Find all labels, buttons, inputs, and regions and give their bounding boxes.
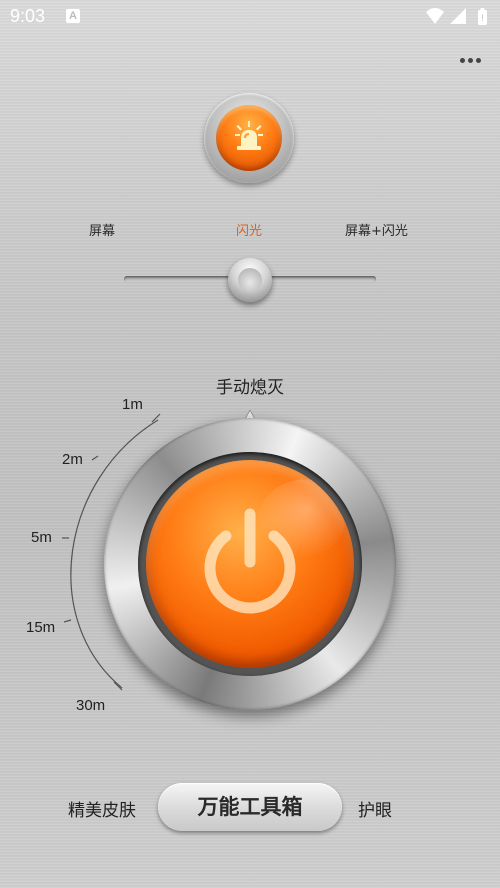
toolbox-button[interactable]: 万能工具箱 xyxy=(158,783,342,831)
status-time: 9:03 xyxy=(10,6,46,26)
timer-option-5m[interactable]: 5m xyxy=(31,529,52,546)
battery-icon: ! xyxy=(478,8,487,25)
bottom-bar: 精美皮肤 万能工具箱 护眼 xyxy=(0,780,500,836)
more-icon xyxy=(460,58,465,63)
power-button[interactable] xyxy=(146,460,354,668)
skin-link[interactable]: 精美皮肤 xyxy=(68,796,136,821)
alarm-light-button[interactable] xyxy=(204,93,294,183)
more-icon xyxy=(468,58,473,63)
alarm-light-icon xyxy=(235,121,263,150)
status-icons: ! xyxy=(426,8,487,25)
status-bar: 9:03 A ! xyxy=(0,0,500,34)
eye-care-link[interactable]: 护眼 xyxy=(358,796,392,821)
alarm-light-button-face xyxy=(216,105,282,171)
notification-badge: A xyxy=(66,9,80,23)
mode-slider-thumb[interactable] xyxy=(228,258,272,302)
timer-option-30m[interactable]: 30m xyxy=(76,697,105,714)
timer-option-2m[interactable]: 2m xyxy=(62,451,83,468)
timer-option-1m[interactable]: 1m xyxy=(122,396,143,413)
mode-flash[interactable]: 闪光 xyxy=(236,220,262,239)
knob-ring xyxy=(138,452,362,676)
more-icon xyxy=(476,58,481,63)
timer-knob[interactable] xyxy=(104,418,396,710)
more-button[interactable] xyxy=(460,50,486,70)
mode-screen-flash[interactable]: 屏幕+闪光 xyxy=(345,220,408,239)
wifi-icon xyxy=(426,8,444,24)
signal-icon xyxy=(450,8,466,24)
timer-option-15m[interactable]: 15m xyxy=(26,619,55,636)
mode-screen[interactable]: 屏幕 xyxy=(89,220,115,239)
power-icon xyxy=(204,508,296,614)
svg-text:!: ! xyxy=(481,13,484,23)
